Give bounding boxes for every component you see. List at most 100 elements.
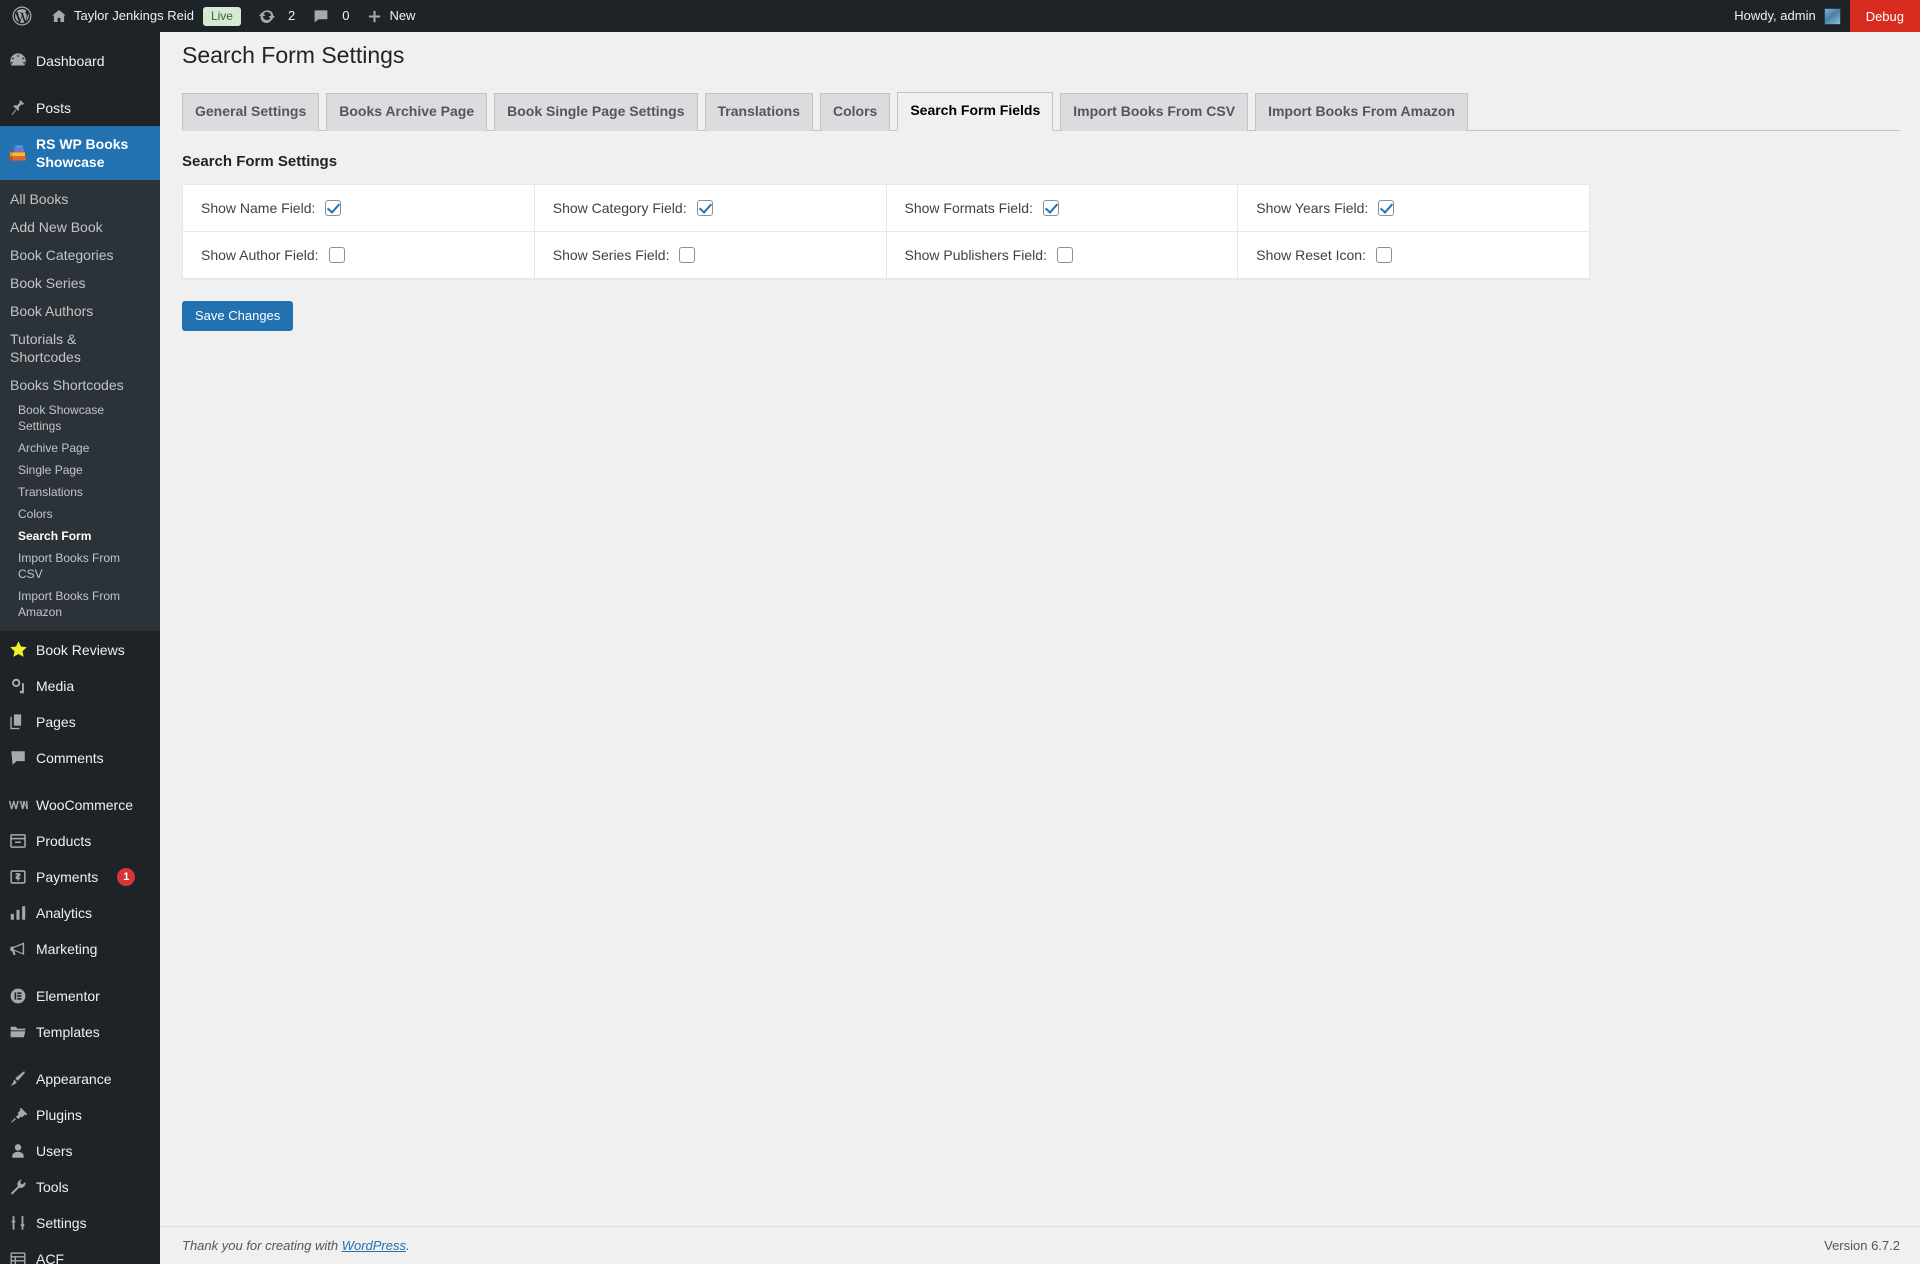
books-stack-icon: [0, 143, 36, 163]
show-formats-field-checkbox[interactable]: [1042, 199, 1059, 216]
sidebar-item-label: Comments: [36, 750, 104, 766]
new-content-menu[interactable]: New: [358, 0, 424, 32]
sidebar-subitem-search-form[interactable]: Search Form: [0, 525, 160, 547]
sidebar-subitem-book-showcase-settings[interactable]: Book Showcase Settings: [0, 399, 160, 437]
sidebar-item-media[interactable]: Media: [0, 668, 160, 704]
sidebar-subitem-all-books[interactable]: All Books: [0, 185, 160, 213]
footer-thanks: Thank you for creating with WordPress.: [182, 1238, 410, 1253]
plug-icon: [0, 1106, 36, 1124]
sidebar-item-users[interactable]: Users: [0, 1133, 160, 1169]
sidebar-item-label: Media: [36, 678, 75, 694]
sidebar-item-elementor[interactable]: Elementor: [0, 978, 160, 1014]
tab-search-form-fields[interactable]: Search Form Fields: [897, 91, 1054, 131]
sidebar-item-pages[interactable]: Pages: [0, 704, 160, 740]
save-changes-button[interactable]: Save Changes: [182, 300, 294, 331]
avatar: [1823, 7, 1841, 25]
sidebar-item-dashboard[interactable]: Dashboard: [0, 43, 160, 79]
sidebar-item-comments[interactable]: Comments: [0, 740, 160, 776]
products-icon: [0, 832, 36, 850]
plus-icon: [367, 9, 382, 24]
payments-icon: [0, 868, 36, 886]
sidebar-subitem-import-books-from-csv[interactable]: Import Books From CSV: [0, 547, 160, 585]
show-author-field-label: Show Author Field:: [201, 246, 319, 263]
cell-show-name-field: Show Name Field:: [182, 183, 535, 232]
sidebar-subitem-archive-page[interactable]: Archive Page: [0, 437, 160, 459]
show-publishers-field-checkbox[interactable]: [1056, 246, 1073, 263]
tab-import-books-from-amazon[interactable]: Import Books From Amazon: [1255, 92, 1468, 131]
comments-menu[interactable]: 0: [304, 0, 358, 32]
admin-sidebar-menu: Dashboard Posts RS WP Books Showcase All…: [0, 32, 160, 1264]
howdy-label: Howdy, admin: [1734, 8, 1816, 23]
tab-import-books-from-csv[interactable]: Import Books From CSV: [1060, 92, 1249, 131]
debug-button[interactable]: Debug: [1849, 0, 1920, 32]
live-badge[interactable]: Live: [202, 6, 241, 26]
sidebar-item-appearance[interactable]: Appearance: [0, 1061, 160, 1097]
sidebar-subitem-import-books-from-amazon[interactable]: Import Books From Amazon: [0, 585, 160, 623]
page-title: Search Form Settings: [182, 42, 405, 68]
show-series-field-label: Show Series Field:: [552, 246, 670, 263]
wrench-icon: [0, 1178, 36, 1196]
footer-version: Version 6.7.2: [1824, 1238, 1900, 1253]
site-name-menu[interactable]: Taylor Jenkings Reid Live: [42, 0, 250, 32]
sidebar-subitem-colors[interactable]: Colors: [0, 503, 160, 525]
sidebar-item-label: Posts: [36, 100, 72, 116]
submenu-rs-wp-books-showcase: All Books Add New Book Book Categories B…: [0, 180, 160, 631]
sidebar-item-label: Payments: [36, 869, 99, 885]
show-reset-icon-checkbox[interactable]: [1375, 246, 1392, 263]
tab-books-archive-page[interactable]: Books Archive Page: [326, 92, 488, 131]
sidebar-item-label: Analytics: [36, 905, 93, 921]
sidebar-item-label: RS WP Books Showcase: [36, 136, 129, 170]
sidebar-item-rs-wp-books-showcase[interactable]: RS WP Books Showcase: [0, 126, 160, 180]
wordpress-logo-icon[interactable]: [0, 0, 42, 32]
show-reset-icon-label: Show Reset Icon:: [1256, 246, 1366, 263]
sidebar-subitem-book-authors[interactable]: Book Authors: [0, 297, 160, 325]
tab-book-single-page-settings[interactable]: Book Single Page Settings: [494, 92, 698, 131]
tab-translations[interactable]: Translations: [704, 92, 813, 131]
wordpress-link[interactable]: WordPress: [342, 1238, 406, 1253]
sidebar-subitem-single-page[interactable]: Single Page: [0, 459, 160, 481]
sidebar-item-label: Tools: [36, 1179, 69, 1195]
sidebar-subitem-tutorials-shortcodes[interactable]: Tutorials & Shortcodes: [0, 325, 160, 371]
show-series-field-checkbox[interactable]: [679, 246, 696, 263]
show-author-field-checkbox[interactable]: [328, 246, 345, 263]
sidebar-item-acf[interactable]: ACF: [0, 1241, 160, 1264]
elementor-icon: [0, 987, 36, 1005]
sidebar-subitem-translations[interactable]: Translations: [0, 481, 160, 503]
show-name-field-checkbox[interactable]: [325, 199, 342, 216]
updates-count: 2: [287, 8, 296, 23]
show-publishers-field-label: Show Publishers Field:: [904, 246, 1047, 263]
content-area: Search Form Settings General Settings Bo…: [160, 32, 1920, 1264]
search-form-fields-table: Show Name Field: Show Category Field: Sh…: [182, 183, 1590, 279]
updates-menu[interactable]: 2: [250, 0, 304, 32]
sidebar-item-posts[interactable]: Posts: [0, 90, 160, 126]
cell-show-reset-icon: Show Reset Icon:: [1237, 230, 1590, 279]
sidebar-subitem-book-series[interactable]: Book Series: [0, 269, 160, 297]
section-title: Search Form Settings: [182, 152, 338, 170]
sidebar-item-analytics[interactable]: Analytics: [0, 895, 160, 931]
megaphone-icon: [0, 940, 36, 958]
tab-general-settings[interactable]: General Settings: [182, 92, 320, 131]
sidebar-item-plugins[interactable]: Plugins: [0, 1097, 160, 1133]
sidebar-item-payments[interactable]: Payments 1: [0, 859, 160, 895]
sidebar-item-label: Dashboard: [36, 53, 105, 69]
user-icon: [0, 1142, 36, 1160]
sidebar-item-label: Elementor: [36, 988, 100, 1004]
sidebar-subitem-book-categories[interactable]: Book Categories: [0, 241, 160, 269]
table-row: Show Author Field: Show Series Field: Sh…: [182, 230, 1590, 279]
sidebar-item-products[interactable]: Products: [0, 823, 160, 859]
show-years-field-checkbox[interactable]: [1378, 199, 1395, 216]
sidebar-subitem-books-shortcodes[interactable]: Books Shortcodes: [0, 371, 160, 399]
sidebar-item-label: Products: [36, 833, 92, 849]
tab-colors[interactable]: Colors: [819, 92, 891, 131]
analytics-icon: [0, 904, 36, 922]
comments-icon: [0, 749, 36, 767]
sidebar-item-templates[interactable]: Templates: [0, 1014, 160, 1050]
sidebar-item-book-reviews[interactable]: Book Reviews: [0, 631, 160, 668]
sidebar-item-settings[interactable]: Settings: [0, 1205, 160, 1241]
sidebar-item-woocommerce[interactable]: WooCommerce: [0, 787, 160, 823]
sidebar-item-marketing[interactable]: Marketing: [0, 931, 160, 967]
show-category-field-checkbox[interactable]: [696, 199, 713, 216]
sidebar-subitem-add-new-book[interactable]: Add New Book: [0, 213, 160, 241]
sidebar-item-tools[interactable]: Tools: [0, 1169, 160, 1205]
my-account-menu[interactable]: Howdy, admin: [1725, 0, 1849, 32]
